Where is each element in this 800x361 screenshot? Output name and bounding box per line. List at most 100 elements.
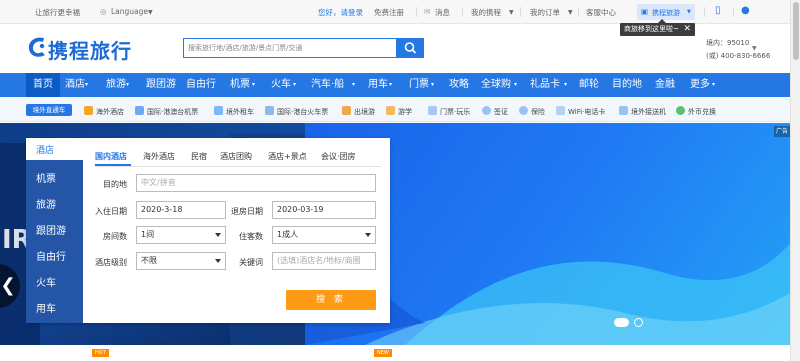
nav-item-guides[interactable]: 攻略 <box>449 73 469 97</box>
chevron-down-icon: ▾ <box>431 81 435 88</box>
airport-icon <box>619 106 628 115</box>
register-link[interactable]: 免费注册 <box>374 7 404 18</box>
page-scrollbar[interactable] <box>790 0 800 361</box>
chevron-down-icon: ▾ <box>85 81 89 88</box>
category-free-travel[interactable]: 自由行 <box>36 248 66 263</box>
bottom-section <box>0 345 790 361</box>
sub-item-outbound-tour[interactable]: 出境游 <box>354 107 375 117</box>
category-active-bg <box>26 138 83 160</box>
nav-item-gift-card[interactable]: 礼品卡 <box>530 73 560 97</box>
keyword-label: 关键词 <box>239 258 263 267</box>
phone-domestic: 境内：95010 <box>706 39 750 47</box>
language-selector[interactable]: Language <box>111 7 148 16</box>
my-orders-link[interactable]: 我的订单 <box>530 7 560 18</box>
nav-item-finance[interactable]: 金融 <box>655 73 675 97</box>
nav-item-home[interactable]: 首页 <box>26 73 60 97</box>
login-link[interactable]: 您好，请登录 <box>318 7 363 18</box>
ticket-icon <box>428 106 437 115</box>
service-center-link[interactable]: 客服中心 <box>586 7 616 18</box>
mobile-icon[interactable]: ▯ <box>715 5 721 16</box>
checkout-input[interactable]: 2020-03-19 <box>272 201 376 219</box>
nav-item-bus-ship[interactable]: 汽车·船 <box>311 73 344 97</box>
keyword-input[interactable]: (选填)酒店名/地标/商圈 <box>272 252 376 270</box>
chevron-down-icon: ▼ <box>568 9 573 16</box>
chevron-down-icon: ▾ <box>564 81 568 88</box>
scroll-thumb[interactable] <box>793 2 799 60</box>
sub-item-visa[interactable]: 签证 <box>494 107 508 117</box>
sub-item-wifi[interactable]: WiFi·电话卡 <box>568 107 605 117</box>
tab-meeting-group[interactable]: 会议·团房 <box>321 151 356 162</box>
caret-down-icon <box>215 233 221 237</box>
checkin-input[interactable]: 2020-3-18 <box>136 201 226 219</box>
nav-item-more[interactable]: 更多 <box>690 73 710 97</box>
hotel-level-value: 不限 <box>141 256 157 265</box>
guests-select[interactable]: 1成人 <box>272 226 376 244</box>
category-travel[interactable]: 旅游 <box>36 196 56 211</box>
hotel-icon <box>84 106 93 115</box>
wifi-icon <box>556 106 565 115</box>
carousel-dot-active[interactable] <box>614 318 629 327</box>
nav-item-train[interactable]: 火车 <box>271 73 291 97</box>
search-icon <box>404 42 417 54</box>
nav-item-free-travel[interactable]: 自由行 <box>186 73 216 97</box>
destination-input[interactable]: 中文/拼音 <box>136 174 376 192</box>
sub-item-overseas-hotel[interactable]: 海外酒店 <box>96 107 124 117</box>
nav-item-destination[interactable]: 目的地 <box>612 73 642 97</box>
my-trips-link[interactable]: 我的携程 <box>471 7 501 18</box>
category-group-tour[interactable]: 跟团游 <box>36 222 66 237</box>
search-button[interactable] <box>397 38 424 58</box>
nav-item-car[interactable]: 用车 <box>368 73 388 97</box>
chevron-down-icon[interactable]: ▼ <box>752 45 757 52</box>
sub-item-airport-transfer[interactable]: 境外接送机 <box>631 107 666 117</box>
hotel-level-select[interactable]: 不限 <box>136 252 226 270</box>
tab-hotel-attraction[interactable]: 酒店+景点 <box>268 151 307 162</box>
chevron-down-icon: ▾ <box>389 81 393 88</box>
messages-link[interactable]: 消息 <box>435 7 450 18</box>
tab-overseas-hotel[interactable]: 海外酒店 <box>143 151 175 162</box>
category-car[interactable]: 用车 <box>36 300 56 315</box>
chevron-down-icon: ▾ <box>514 81 518 88</box>
sub-item-car-rental[interactable]: 境外租车 <box>226 107 254 117</box>
checkout-label: 退房日期 <box>231 207 263 216</box>
sub-item-study-tour[interactable]: 游学 <box>398 107 412 117</box>
rooms-select[interactable]: 1间 <box>136 226 226 244</box>
nav-item-group-tour[interactable]: 跟团游 <box>146 73 176 97</box>
divider <box>416 7 417 17</box>
nav-item-hotel[interactable]: 酒店 <box>65 73 85 97</box>
search-input[interactable]: 搜索旅行地/酒店/旅游/景点门票/交通 <box>183 38 397 58</box>
close-icon[interactable]: ✕ <box>683 23 691 36</box>
nav-item-global-shop[interactable]: 全球购 <box>481 73 511 97</box>
carousel-dot[interactable] <box>634 318 643 327</box>
rooms-label: 房间数 <box>103 232 127 241</box>
sub-item-tickets-fun[interactable]: 门票·玩乐 <box>440 107 470 117</box>
tooltip-arrow <box>658 19 666 23</box>
guests-label: 住客数 <box>239 232 263 241</box>
nav-item-travel[interactable]: 旅游 <box>106 73 126 97</box>
category-hotel[interactable]: 酒店 <box>36 143 54 156</box>
chevron-down-icon: ▾ <box>252 81 256 88</box>
wechat-icon[interactable]: ● <box>741 5 750 16</box>
rooms-value: 1间 <box>141 230 155 239</box>
tab-domestic-hotel[interactable]: 国内酒店 <box>95 151 127 162</box>
ad-label: 广告 <box>774 126 790 137</box>
category-train[interactable]: 火车 <box>36 274 56 289</box>
nav-item-tickets[interactable]: 门票 <box>409 73 429 97</box>
tab-hotel-group-buy[interactable]: 酒店团购 <box>220 151 252 162</box>
sub-item-currency[interactable]: 外币兑换 <box>688 107 716 117</box>
tooltip-text: 商旅移到这里啦~ <box>624 25 679 33</box>
category-flights[interactable]: 机票 <box>36 170 56 185</box>
logo[interactable]: 携程旅行 <box>48 35 132 64</box>
tab-divider <box>95 166 381 167</box>
nav-item-flights[interactable]: 机票 <box>230 73 250 97</box>
sub-item-intl-flights[interactable]: 国际·港澳台机票 <box>147 107 198 117</box>
caret-down-icon <box>365 233 371 237</box>
sub-item-insurance[interactable]: 保险 <box>531 107 545 117</box>
nav-item-cruise[interactable]: 邮轮 <box>579 73 599 97</box>
search-submit-button[interactable]: 搜 索 <box>286 290 376 310</box>
tab-homestay[interactable]: 民宿 <box>191 151 207 162</box>
overseas-badge: 境外直通车 <box>26 104 72 116</box>
chevron-down-icon: ▼ <box>509 9 514 16</box>
train-icon <box>265 106 274 115</box>
brand-menu-button[interactable]: ▣ 携程旅游 ▼ <box>637 4 695 20</box>
sub-item-intl-train[interactable]: 国际·港台火车票 <box>277 107 328 117</box>
